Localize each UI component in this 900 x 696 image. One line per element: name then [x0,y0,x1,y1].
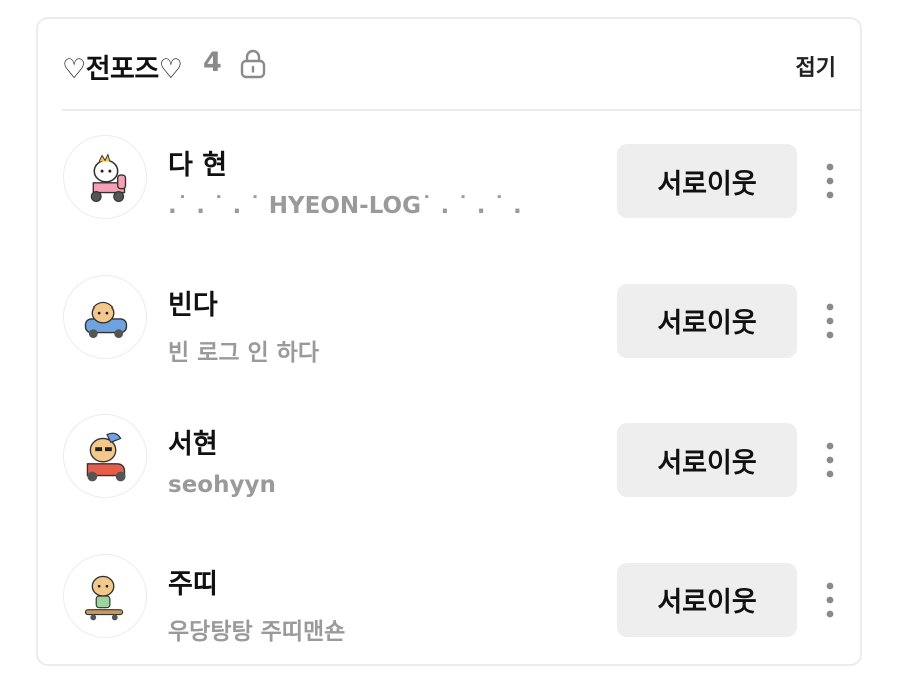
mutual-neighbor-button[interactable]: 서로이웃 [617,144,797,218]
mutual-neighbor-button[interactable]: 서로이웃 [617,423,797,497]
neighbor-group-card: ♡전포즈♡ 4 접기 다 현 .˙ . ˙ . ˙ HYEON-LOG˙ . ˙… [36,17,862,666]
character-blue-car-avatar[interactable] [63,274,147,359]
group-count: 4 [203,47,222,78]
more-vertical-icon[interactable] [818,299,842,343]
more-vertical-icon[interactable] [818,438,842,482]
character-skateboard-avatar[interactable] [63,553,147,638]
character-red-scooter-avatar[interactable] [63,414,147,498]
neighbor-description: 빈 로그 인 하다 [168,339,319,366]
neighbor-name[interactable]: 빈다 [168,283,218,322]
neighbor-description: seohyyn [168,472,276,498]
collapse-button[interactable]: 접기 [796,50,836,82]
mutual-neighbor-button[interactable]: 서로이웃 [617,562,797,637]
neighbor-list: 다 현 .˙ . ˙ . ˙ HYEON-LOG˙ . ˙ . ˙ . 서로이웃 [38,111,860,669]
neighbor-name[interactable]: 다 현 [168,143,227,182]
neighbor-description: 우당탕탕 주띠맨숀 [168,618,346,645]
mutual-neighbor-button[interactable]: 서로이웃 [617,283,797,358]
group-header: ♡전포즈♡ 4 접기 [62,19,860,111]
list-item: 서현 seohyyn 서로이웃 [38,390,860,530]
more-vertical-icon[interactable] [818,578,842,622]
neighbor-name[interactable]: 서현 [168,422,218,461]
group-title: ♡전포즈♡ [62,54,183,85]
neighbor-description: .˙ . ˙ . ˙ HYEON-LOG˙ . ˙ . ˙ . [168,193,522,219]
list-item: 다 현 .˙ . ˙ . ˙ HYEON-LOG˙ . ˙ . ˙ . 서로이웃 [38,111,860,251]
list-item: 빈다 빈 로그 인 하다 서로이웃 [38,251,860,391]
more-vertical-icon[interactable] [818,159,842,203]
neighbor-name[interactable]: 주띠 [168,562,218,601]
character-pink-scooter-avatar[interactable] [63,135,147,219]
lock-icon [238,47,268,79]
list-item: 주띠 우당탕탕 주띠맨숀 서로이웃 [38,530,860,670]
